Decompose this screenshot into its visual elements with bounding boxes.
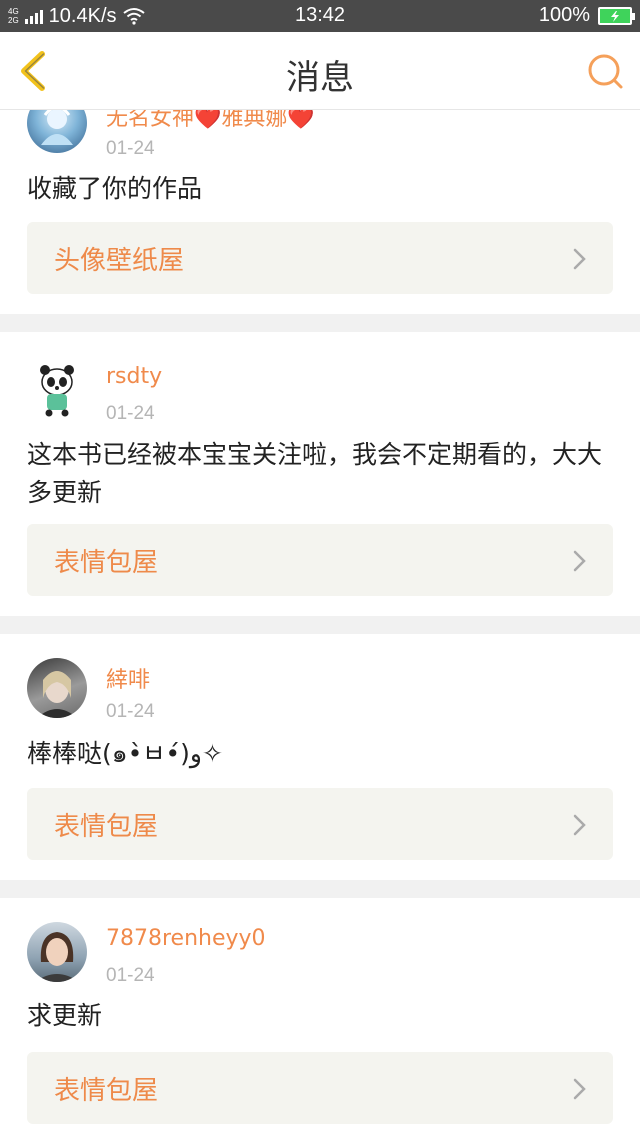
status-bar: 4G 2G 10.4K/s 13:42 100% — [0, 0, 640, 32]
avatar[interactable] — [27, 922, 87, 982]
username[interactable]: rsdty — [106, 364, 162, 389]
chevron-right-icon — [573, 550, 586, 572]
work-link[interactable]: 表情包屋 — [27, 524, 613, 596]
chevron-right-icon — [573, 814, 586, 836]
message-list: 无名女神❤️雅典娜❤️ 01-24 收藏了你的作品 头像壁纸屋 rsdty 01… — [0, 110, 640, 1138]
work-link[interactable]: 表情包屋 — [27, 1052, 613, 1124]
card-divider — [0, 314, 640, 332]
message-text: 棒棒哒(๑•̀ㅂ•́)و✧ — [27, 739, 223, 768]
message-date: 01-24 — [106, 138, 155, 159]
work-title: 表情包屋 — [54, 548, 159, 578]
avatar[interactable] — [27, 658, 87, 718]
search-icon[interactable] — [584, 50, 626, 92]
message-text: 收藏了你的作品 — [27, 174, 203, 203]
username[interactable]: 7878renheyy0 — [106, 926, 266, 951]
work-link[interactable]: 头像壁纸屋 — [27, 222, 613, 294]
message-card: 7878renheyy0 01-24 求更新 表情包屋 — [0, 898, 640, 1138]
work-title: 头像壁纸屋 — [54, 246, 185, 276]
page-title: 消息 — [286, 58, 354, 98]
avatar[interactable] — [27, 110, 87, 153]
message-text: 这本书已经被本宝宝关注啦，我会不定期看的，大大多更新 — [27, 440, 603, 507]
battery-level: 100% — [538, 4, 590, 26]
status-right: 100% — [538, 4, 635, 27]
message-text: 求更新 — [27, 1001, 103, 1030]
message-date: 01-24 — [106, 701, 155, 722]
message-card: 无名女神❤️雅典娜❤️ 01-24 收藏了你的作品 头像壁纸屋 — [0, 110, 640, 314]
card-divider — [0, 616, 640, 634]
card-divider — [0, 880, 640, 898]
message-date: 01-24 — [106, 965, 155, 986]
username[interactable]: 緈啡 — [106, 662, 150, 694]
message-card: rsdty 01-24 这本书已经被本宝宝关注啦，我会不定期看的，大大多更新 表… — [0, 332, 640, 616]
message-date: 01-24 — [106, 403, 155, 424]
nav-bar: 消息 — [0, 32, 640, 110]
work-title: 表情包屋 — [54, 812, 159, 842]
battery-icon — [598, 6, 635, 25]
message-card: 緈啡 01-24 棒棒哒(๑•̀ㅂ•́)و✧ 表情包屋 — [0, 634, 640, 880]
work-title: 表情包屋 — [54, 1076, 159, 1106]
chevron-right-icon — [573, 1078, 586, 1100]
avatar[interactable] — [27, 358, 87, 418]
chevron-right-icon — [573, 248, 586, 270]
username[interactable]: 无名女神❤️雅典娜❤️ — [106, 110, 315, 132]
work-link[interactable]: 表情包屋 — [27, 788, 613, 860]
